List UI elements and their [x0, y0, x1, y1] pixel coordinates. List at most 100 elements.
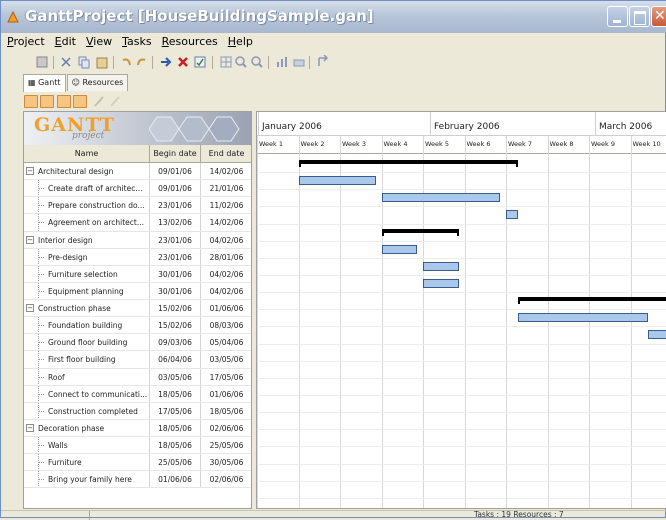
tab-resources[interactable]: ☺ Resources [66, 74, 129, 91]
begin-date-cell[interactable]: 30/01/06 [150, 265, 201, 282]
task-bar[interactable] [423, 278, 459, 288]
collapse-toggle-icon[interactable]: − [26, 167, 34, 175]
print-icon[interactable] [292, 55, 306, 69]
end-date-cell[interactable]: 14/02/06 [201, 214, 251, 230]
task-bar[interactable] [423, 261, 459, 271]
task-bar[interactable] [517, 313, 649, 323]
begin-date-cell[interactable]: 18/05/06 [150, 419, 201, 436]
task-row[interactable]: Create draft of architec... 09/01/06 21/01… [24, 180, 251, 198]
task-name-cell[interactable]: Create draft of architec... [24, 180, 150, 197]
minimize-button[interactable] [607, 6, 628, 27]
unlink-icon[interactable] [109, 95, 121, 108]
task-row[interactable]: Prepare construction do... 23/01/06 11/02/… [24, 197, 251, 215]
task-name-cell[interactable]: Equipment planning [24, 282, 150, 299]
task-row[interactable]: Roof 03/05/06 17/05/06 [24, 368, 251, 386]
begin-date-cell[interactable]: 06/04/06 [150, 351, 201, 368]
title-bar[interactable]: GanttProject [HouseBuildingSample.gan] [1, 1, 666, 33]
copy-icon[interactable] [77, 55, 91, 69]
begin-date-cell[interactable]: 03/05/06 [150, 368, 201, 385]
begin-date-cell[interactable]: 18/05/06 [150, 385, 201, 402]
end-date-cell[interactable]: 14/02/06 [201, 163, 251, 179]
task-bar[interactable] [381, 244, 418, 254]
end-date-cell[interactable]: 04/02/06 [201, 283, 251, 299]
task-name-cell[interactable]: First floor building [24, 351, 150, 368]
move-up-icon[interactable] [57, 95, 71, 108]
task-row[interactable]: Agreement on architect... 13/02/06 14/02/0… [24, 214, 251, 232]
collapse-toggle-icon[interactable]: − [26, 304, 34, 312]
delete-task-icon[interactable] [176, 55, 190, 69]
begin-date-cell[interactable]: 23/01/06 [150, 197, 201, 214]
task-row[interactable]: Construction completed 17/05/06 18/05/06 [24, 402, 251, 420]
task-bar[interactable] [648, 330, 666, 340]
end-date-cell[interactable]: 11/02/06 [201, 197, 251, 213]
column-header-end[interactable]: End date [201, 145, 251, 162]
zoom-in-icon[interactable] [234, 55, 248, 69]
begin-date-cell[interactable]: 15/02/06 [150, 317, 201, 334]
maximize-button[interactable] [629, 6, 650, 27]
begin-date-cell[interactable]: 23/01/06 [150, 231, 201, 248]
end-date-cell[interactable]: 08/03/06 [201, 317, 251, 333]
task-name-cell[interactable]: − Decoration phase [24, 419, 150, 436]
task-row[interactable]: Equipment planning 30/01/06 04/02/06 [24, 282, 251, 300]
end-date-cell[interactable]: 05/04/06 [201, 334, 251, 350]
task-name-cell[interactable]: Construction completed [24, 402, 150, 419]
begin-date-cell[interactable]: 09/01/06 [150, 180, 201, 197]
task-bar[interactable] [506, 210, 518, 220]
end-date-cell[interactable]: 01/06/06 [201, 300, 251, 316]
end-date-cell[interactable]: 04/02/06 [201, 232, 251, 248]
chart-icon[interactable] [275, 55, 289, 69]
begin-date-cell[interactable]: 09/03/06 [150, 334, 201, 351]
task-name-cell[interactable]: Pre-design [24, 248, 150, 265]
task-group-row[interactable]: − Decoration phase 18/05/06 02/06/06 [24, 419, 251, 437]
begin-date-cell[interactable]: 15/02/06 [150, 300, 201, 317]
task-name-cell[interactable]: Foundation building [24, 317, 150, 334]
indent-icon[interactable] [40, 95, 54, 108]
move-down-icon[interactable] [73, 95, 87, 108]
cut-icon[interactable] [59, 55, 73, 69]
zoom-out-icon[interactable] [250, 55, 264, 69]
properties-icon[interactable] [193, 55, 207, 69]
menu-tasks[interactable]: Tasks [118, 33, 157, 51]
task-group-row[interactable]: − Architectural design 09/01/06 14/02/06 [24, 163, 251, 181]
column-header-begin[interactable]: Begin date [150, 145, 201, 162]
link-icon[interactable] [93, 95, 105, 108]
task-name-cell[interactable]: Furniture [24, 454, 150, 471]
indent-arrow-icon[interactable] [159, 55, 173, 69]
close-button[interactable] [651, 6, 666, 27]
begin-date-cell[interactable]: 18/05/06 [150, 437, 201, 454]
task-name-cell[interactable]: − Construction phase [24, 300, 150, 317]
task-group-row[interactable]: − Interior design 23/01/06 04/02/06 [24, 231, 251, 249]
begin-date-cell[interactable]: 09/01/06 [150, 163, 201, 180]
task-name-cell[interactable]: Furniture selection [24, 265, 150, 282]
menu-view[interactable]: View [82, 33, 118, 51]
menu-edit[interactable]: Edit [51, 33, 82, 51]
paste-icon[interactable] [95, 55, 109, 69]
end-date-cell[interactable]: 30/05/06 [201, 454, 251, 470]
task-name-cell[interactable]: Walls [24, 437, 150, 454]
end-date-cell[interactable]: 25/05/06 [201, 437, 251, 453]
menu-resources[interactable]: Resources [158, 33, 224, 51]
task-row[interactable]: Foundation building 15/02/06 08/03/06 [24, 317, 251, 335]
end-date-cell[interactable]: 01/06/06 [201, 386, 251, 402]
task-row[interactable]: Bring your family here 01/06/06 02/06/06 [24, 471, 251, 489]
begin-date-cell[interactable]: 17/05/06 [150, 402, 201, 419]
menu-help[interactable]: Help [224, 33, 259, 51]
summary-bar[interactable] [517, 297, 666, 305]
end-date-cell[interactable]: 28/01/06 [201, 249, 251, 265]
task-row[interactable]: Pre-design 23/01/06 28/01/06 [24, 248, 251, 266]
export-icon[interactable] [316, 55, 330, 69]
begin-date-cell[interactable]: 01/06/06 [150, 471, 201, 488]
menu-project[interactable]: Project [3, 33, 51, 51]
begin-date-cell[interactable]: 13/02/06 [150, 214, 201, 231]
tab-gantt[interactable]: ▦ Gantt [23, 74, 66, 92]
task-row[interactable]: Walls 18/05/06 25/05/06 [24, 437, 251, 455]
task-group-row[interactable]: − Construction phase 15/02/06 01/06/06 [24, 300, 251, 318]
begin-date-cell[interactable]: 23/01/06 [150, 248, 201, 265]
task-name-cell[interactable]: Agreement on architect... [24, 214, 150, 231]
task-name-cell[interactable]: Ground floor building [24, 334, 150, 351]
summary-bar[interactable] [298, 160, 519, 167]
task-row[interactable]: Connect to communicati... 18/05/06 01/06/0… [24, 385, 251, 403]
collapse-toggle-icon[interactable]: − [26, 235, 34, 244]
task-name-cell[interactable]: Prepare construction do... [24, 197, 150, 214]
task-row[interactable]: Ground floor building 09/03/06 05/04/06 [24, 334, 251, 352]
